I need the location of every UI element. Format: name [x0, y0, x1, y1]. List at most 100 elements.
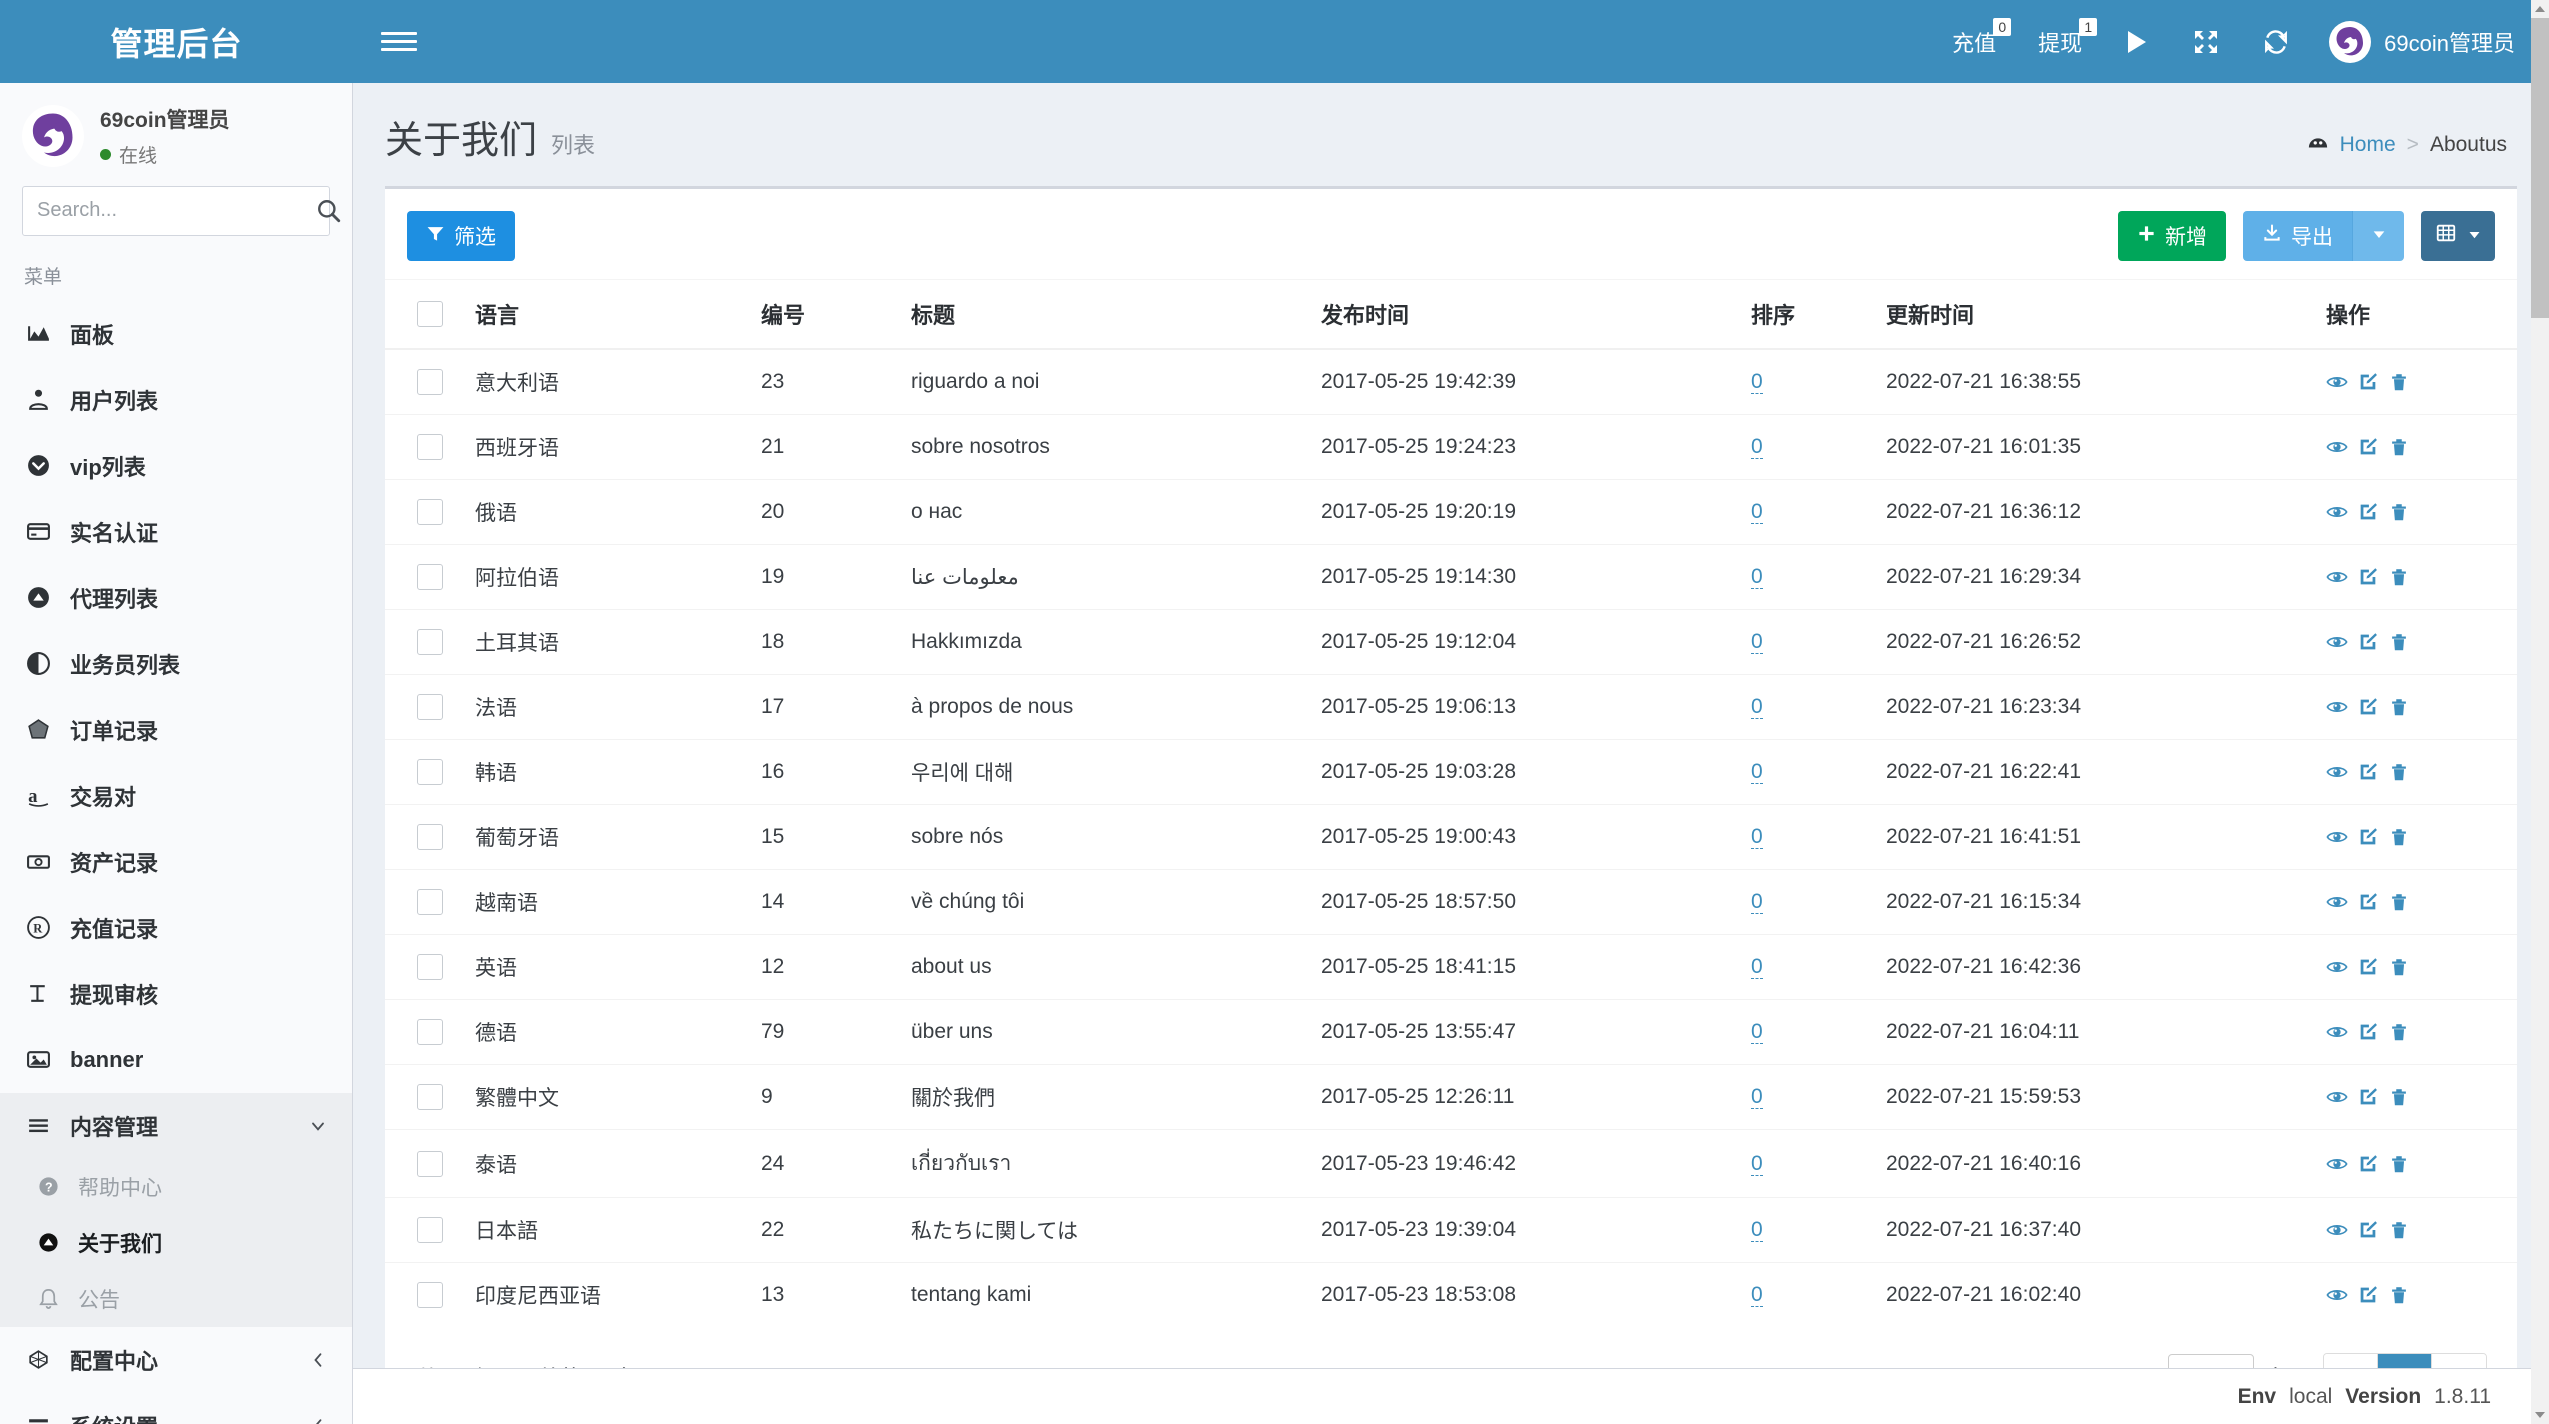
sidebar-item-kyc[interactable]: 实名认证 — [0, 499, 352, 565]
column-header-publish-time[interactable]: 发布时间 — [1311, 280, 1741, 350]
nav-item-recharge[interactable]: 充值 0 — [1931, 0, 2017, 83]
sidebar-group-config-center[interactable]: 配置中心 — [0, 1327, 352, 1393]
trash-icon[interactable] — [2388, 501, 2410, 523]
edit-icon[interactable] — [2357, 371, 2379, 393]
table-row[interactable]: 意大利语 23 riguardo a noi 2017-05-25 19:42:39 0… — [385, 348, 2517, 415]
eye-icon[interactable] — [2326, 1021, 2348, 1043]
sort-value-link[interactable]: 0 — [1751, 695, 1763, 719]
row-checkbox[interactable] — [417, 824, 443, 850]
fullscreen-button[interactable] — [2171, 0, 2241, 83]
breadcrumb-home[interactable]: Home — [2340, 133, 2396, 157]
row-checkbox[interactable] — [417, 759, 443, 785]
trash-icon[interactable] — [2388, 956, 2410, 978]
scroll-up-button[interactable] — [2531, 0, 2549, 18]
eye-icon[interactable] — [2326, 566, 2348, 588]
row-checkbox[interactable] — [417, 889, 443, 915]
row-checkbox[interactable] — [417, 369, 443, 395]
row-checkbox[interactable] — [417, 694, 443, 720]
export-button[interactable]: 导出 — [2243, 211, 2352, 261]
trash-icon[interactable] — [2388, 371, 2410, 393]
columns-toggle-button[interactable] — [2421, 211, 2495, 261]
eye-icon[interactable] — [2326, 1284, 2348, 1306]
eye-icon[interactable] — [2326, 371, 2348, 393]
eye-icon[interactable] — [2326, 436, 2348, 458]
row-checkbox[interactable] — [417, 1084, 443, 1110]
edit-icon[interactable] — [2357, 501, 2379, 523]
row-checkbox[interactable] — [417, 629, 443, 655]
table-row[interactable]: 英语 12 about us 2017-05-25 18:41:15 0 2022-07-… — [385, 934, 2517, 1000]
sidebar-item-user-list[interactable]: 用户列表 — [0, 367, 352, 433]
sidebar-profile[interactable]: 69coin管理员 在线 — [0, 83, 352, 186]
scrollbar-thumb[interactable] — [2531, 18, 2549, 318]
sort-value-link[interactable]: 0 — [1751, 1283, 1763, 1307]
trash-icon[interactable] — [2388, 891, 2410, 913]
edit-icon[interactable] — [2357, 436, 2379, 458]
trash-icon[interactable] — [2388, 696, 2410, 718]
edit-icon[interactable] — [2357, 696, 2379, 718]
eye-icon[interactable] — [2326, 1153, 2348, 1175]
eye-icon[interactable] — [2326, 631, 2348, 653]
eye-icon[interactable] — [2326, 826, 2348, 848]
trash-icon[interactable] — [2388, 436, 2410, 458]
table-row[interactable]: 阿拉伯语 19 معلومات عنا 2017-05-25 19:14:30 0 202… — [385, 544, 2517, 610]
row-checkbox[interactable] — [417, 1150, 443, 1177]
trash-icon[interactable] — [2388, 631, 2410, 653]
sidebar-item-salesman-list[interactable]: 业务员列表 — [0, 631, 352, 697]
edit-icon[interactable] — [2357, 566, 2379, 588]
sidebar-item-dashboard[interactable]: 面板 — [0, 301, 352, 367]
sidebar-item-announcement[interactable]: 公告 — [0, 1271, 352, 1327]
page-scrollbar[interactable] — [2531, 0, 2549, 1424]
column-header-language[interactable]: 语言 — [461, 280, 751, 350]
table-row[interactable]: 繁體中文 9 關於我們 2017-05-25 12:26:11 0 2022-07-21 … — [385, 1064, 2517, 1130]
user-menu[interactable]: 69coin管理员 — [2311, 0, 2523, 83]
edit-icon[interactable] — [2357, 1153, 2379, 1175]
sidebar-item-help-center[interactable]: ? 帮助中心 — [0, 1159, 352, 1215]
table-row[interactable]: 土耳其语 18 Hakkımızda 2017-05-25 19:12:04 0 2022… — [385, 609, 2517, 675]
trash-icon[interactable] — [2388, 1219, 2410, 1241]
table-row[interactable]: 德语 79 über uns 2017-05-25 13:55:47 0 2022-07-… — [385, 999, 2517, 1065]
row-checkbox[interactable] — [417, 1019, 443, 1045]
sort-value-link[interactable]: 0 — [1751, 825, 1763, 849]
sidebar-item-agent-list[interactable]: 代理列表 — [0, 565, 352, 631]
table-row[interactable]: 西班牙语 21 sobre nosotros 2017-05-25 19:24:23 0… — [385, 414, 2517, 480]
table-row[interactable]: 葡萄牙语 15 sobre nós 2017-05-25 19:00:43 0 2022-… — [385, 804, 2517, 870]
table-row[interactable]: 俄语 20 о нас 2017-05-25 19:20:19 0 2022-07-21 … — [385, 479, 2517, 545]
column-header-sort[interactable]: 排序 — [1741, 280, 1876, 350]
trash-icon[interactable] — [2388, 761, 2410, 783]
sort-value-link[interactable]: 0 — [1751, 565, 1763, 589]
export-dropdown-button[interactable] — [2352, 211, 2404, 261]
edit-icon[interactable] — [2357, 631, 2379, 653]
scroll-down-button[interactable] — [2531, 1406, 2549, 1424]
eye-icon[interactable] — [2326, 761, 2348, 783]
table-row[interactable]: 韩语 16 우리에 대해 2017-05-25 19:03:28 0 2022-07-21… — [385, 739, 2517, 805]
sidebar-item-trading-pairs[interactable]: a 交易对 — [0, 763, 352, 829]
sidebar-item-banner[interactable]: banner — [0, 1027, 352, 1093]
sidebar-item-recharge-records[interactable]: R 充值记录 — [0, 895, 352, 961]
trash-icon[interactable] — [2388, 1021, 2410, 1043]
sort-value-link[interactable]: 0 — [1751, 500, 1763, 524]
trash-icon[interactable] — [2388, 1086, 2410, 1108]
eye-icon[interactable] — [2326, 501, 2348, 523]
sort-value-link[interactable]: 0 — [1751, 630, 1763, 654]
row-checkbox[interactable] — [417, 434, 443, 460]
column-header-title[interactable]: 标题 — [901, 280, 1311, 350]
filter-button[interactable]: 筛选 — [407, 211, 515, 261]
sort-value-link[interactable]: 0 — [1751, 890, 1763, 914]
eye-icon[interactable] — [2326, 956, 2348, 978]
sort-value-link[interactable]: 0 — [1751, 1020, 1763, 1044]
sort-value-link[interactable]: 0 — [1751, 1085, 1763, 1109]
edit-icon[interactable] — [2357, 826, 2379, 848]
edit-icon[interactable] — [2357, 956, 2379, 978]
sort-value-link[interactable]: 0 — [1751, 435, 1763, 459]
sort-value-link[interactable]: 0 — [1751, 955, 1763, 979]
sidebar-item-vip-list[interactable]: vip列表 — [0, 433, 352, 499]
sort-value-link[interactable]: 0 — [1751, 1218, 1763, 1242]
table-row[interactable]: 法语 17 à propos de nous 2017-05-25 19:06:13 0… — [385, 674, 2517, 740]
edit-icon[interactable] — [2357, 1086, 2379, 1108]
trash-icon[interactable] — [2388, 566, 2410, 588]
eye-icon[interactable] — [2326, 1219, 2348, 1241]
edit-icon[interactable] — [2357, 891, 2379, 913]
table-row[interactable]: 越南语 14 về chúng tôi 2017-05-25 18:57:50 0 202… — [385, 869, 2517, 935]
column-header-update-time[interactable]: 更新时间 — [1876, 280, 2316, 350]
play-button[interactable] — [2103, 0, 2171, 83]
